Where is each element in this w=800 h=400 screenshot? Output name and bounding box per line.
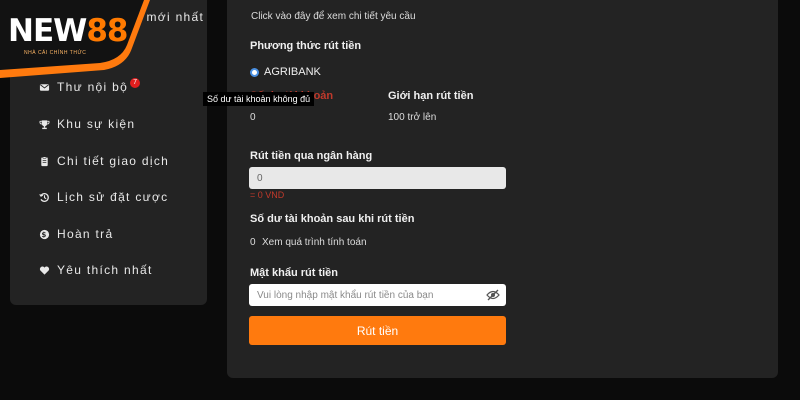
radio-selected-icon[interactable]	[250, 67, 259, 77]
limit-value: 100 trở lên	[388, 112, 437, 123]
history-icon	[39, 192, 50, 203]
calculation-link[interactable]: Xem quá trình tính toán	[262, 237, 367, 248]
limit-label: Giới hạn rút tiền	[388, 90, 474, 102]
mail-icon	[39, 82, 50, 93]
sidebar-item-label: Chi tiết giao dịch	[57, 154, 170, 168]
sidebar-item-inbox[interactable]: Thư nội bộ 7	[39, 78, 141, 94]
sidebar-item-events[interactable]: Khu sự kiện	[39, 117, 135, 131]
sidebar-item-label: Khu sự kiện	[57, 117, 136, 131]
logo-wordmark: NEW88	[8, 13, 128, 49]
sidebar-item-label: Yêu thích nhất	[57, 263, 153, 277]
sidebar-item-favorites[interactable]: Yêu thích nhất	[39, 263, 153, 277]
method-option-agribank[interactable]: AGRIBANK	[250, 66, 321, 78]
eye-off-icon[interactable]	[486, 289, 500, 301]
after-balance-value: 0	[250, 237, 256, 248]
password-placeholder: Vui lòng nhập mật khẩu rút tiền của bạn	[257, 289, 434, 301]
sidebar-item-rebate[interactable]: $ Hoàn trả	[39, 227, 113, 241]
requirements-link[interactable]: Click vào đây để xem chi tiết yêu cầu	[251, 11, 416, 22]
amount-input[interactable]: 0	[249, 167, 506, 189]
brand-logo[interactable]: NEW88 NHÀ CÁI CHÍNH THỨC	[0, 0, 150, 78]
password-label: Mật khẩu rút tiền	[250, 267, 339, 279]
sidebar-item-transactions[interactable]: Chi tiết giao dịch	[39, 154, 169, 168]
unread-badge: 7	[130, 78, 141, 88]
sidebar-item-bet-history[interactable]: Lịch sử đặt cược	[39, 190, 168, 204]
balance-value: 0	[250, 112, 256, 123]
sidebar-item-label: Thư nội bộ	[57, 80, 129, 94]
logo-tagline: NHÀ CÁI CHÍNH THỨC	[24, 50, 87, 56]
amount-converted: = 0 VND	[250, 190, 285, 200]
sidebar-item-label: Hoàn trả	[57, 227, 114, 241]
svg-text:$: $	[42, 230, 48, 238]
amount-input-value: 0	[257, 172, 263, 184]
clipboard-icon	[39, 155, 50, 167]
sidebar-item-label: Lịch sử đặt cược	[57, 190, 169, 204]
trophy-icon	[39, 119, 50, 130]
heart-icon	[39, 265, 50, 276]
method-title: Phương thức rút tiền	[250, 40, 362, 52]
method-option-label: AGRIBANK	[264, 66, 321, 78]
balance-tooltip: Số dư tài khoản không đủ	[203, 92, 315, 106]
after-balance-label: Số dư tài khoản sau khi rút tiền	[250, 213, 415, 225]
password-input[interactable]: Vui lòng nhập mật khẩu rút tiền của bạn	[249, 284, 506, 306]
amount-label: Rút tiền qua ngân hàng	[250, 150, 373, 162]
withdraw-submit-button[interactable]: Rút tiền	[249, 316, 506, 345]
dollar-icon: $	[39, 229, 50, 240]
